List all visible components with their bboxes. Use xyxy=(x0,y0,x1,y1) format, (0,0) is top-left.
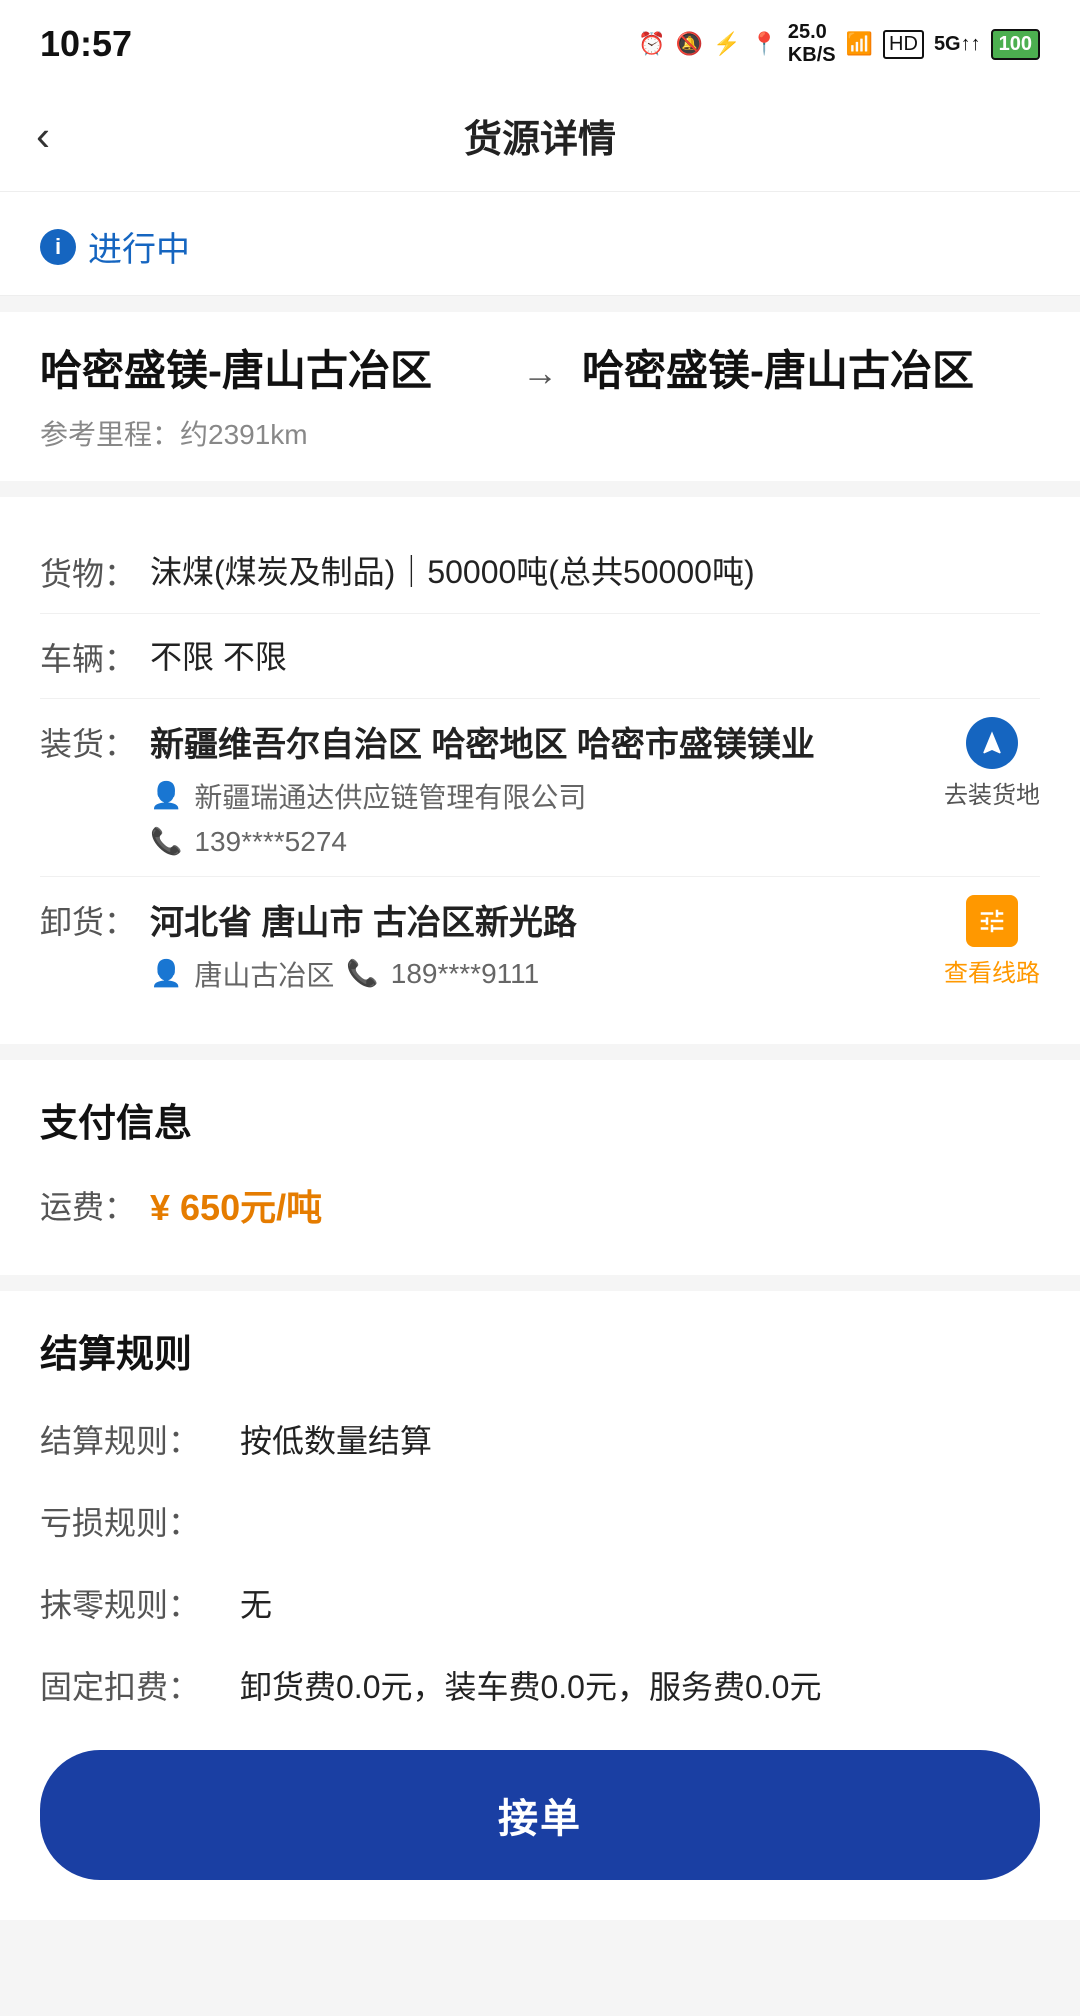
load-address: 新疆维吾尔自治区 哈密地区 哈密市盛镁镁业 xyxy=(150,717,944,766)
status-section: i 进行中 xyxy=(0,192,1080,296)
signal-5g-icon: 5G↑↑ xyxy=(934,33,981,56)
route-destination: 哈密盛镁-唐山古冶区 xyxy=(582,344,1040,399)
status-text: 进行中 xyxy=(88,222,190,271)
route-row: 哈密盛镁-唐山古冶区 → 哈密盛镁-唐山古冶区 xyxy=(40,344,1040,399)
route-section: 哈密盛镁-唐山古冶区 → 哈密盛镁-唐山古冶区 参考里程：约2391km xyxy=(0,312,1080,481)
vehicle-value: 不限 不限 xyxy=(150,632,1040,678)
unload-route-text: 查看线路 xyxy=(944,953,1040,988)
unload-contact: 唐山古冶区 xyxy=(194,954,334,994)
deduction-row: 固定扣费： 卸货费0.0元，装车费0.0元，服务费0.0元 xyxy=(40,1644,1040,1726)
cargo-label: 货物： xyxy=(40,547,150,595)
info-icon: i xyxy=(40,229,76,265)
load-nav-action[interactable]: 去装货地 xyxy=(944,717,1040,810)
unload-route-action[interactable]: 查看线路 xyxy=(944,895,1040,988)
battery-icon: 100 xyxy=(991,29,1040,60)
route-arrow: → xyxy=(522,344,558,394)
person-icon: 👤 xyxy=(150,780,182,811)
unload-label: 卸货： xyxy=(40,895,150,943)
load-location-row: 新疆维吾尔自治区 哈密地区 哈密市盛镁镁业 👤 新疆瑞通达供应链管理有限公司 📞… xyxy=(150,717,1040,858)
route-distance: 参考里程：约2391km xyxy=(40,413,1040,453)
person-icon-2: 👤 xyxy=(150,958,182,989)
page-header: ‹ 货源详情 xyxy=(0,80,1080,192)
deduction-value: 卸货费0.0元，装车费0.0元，服务费0.0元 xyxy=(240,1662,1040,1708)
unload-sub-info: 👤 唐山古冶区 📞 189****9111 xyxy=(150,954,944,994)
phone-icon: 📞 xyxy=(150,826,182,857)
payment-section: 支付信息 运费： ¥ 650元/吨 xyxy=(0,1060,1080,1275)
location-icon: 📍 xyxy=(750,31,777,57)
phone-icon-2: 📞 xyxy=(346,958,378,989)
vehicle-label: 车辆： xyxy=(40,632,150,680)
page-title: 货源详情 xyxy=(464,108,616,163)
loss-rule-row: 亏损规则： xyxy=(40,1480,1040,1562)
freight-label: 运费： xyxy=(40,1182,150,1228)
loss-rule-label: 亏损规则： xyxy=(40,1498,240,1544)
settlement-title: 结算规则 xyxy=(40,1323,1040,1378)
bluetooth-icon: ⚡ xyxy=(713,31,740,57)
load-company: 新疆瑞通达供应链管理有限公司 xyxy=(194,776,586,816)
mute-icon: 🔕 xyxy=(676,31,703,57)
rounding-rule-label: 抹零规则： xyxy=(40,1580,240,1626)
wifi-icon: 📶 xyxy=(846,31,873,57)
deduction-label: 固定扣费： xyxy=(40,1662,240,1708)
settle-rule-label: 结算规则： xyxy=(40,1416,240,1462)
rounding-rule-value: 无 xyxy=(240,1580,1040,1626)
load-sub-info: 👤 新疆瑞通达供应链管理有限公司 xyxy=(150,776,944,816)
settle-rule-value: 按低数量结算 xyxy=(240,1416,1040,1462)
load-phone-row: 📞 139****5274 xyxy=(150,826,944,858)
status-badge: i 进行中 xyxy=(40,222,190,271)
load-info: 新疆维吾尔自治区 哈密地区 哈密市盛镁镁业 👤 新疆瑞通达供应链管理有限公司 📞… xyxy=(150,717,944,858)
cargo-value: 沫煤(煤炭及制品)｜50000吨(总共50000吨) xyxy=(150,547,1040,593)
freight-value: ¥ 650元/吨 xyxy=(150,1179,322,1231)
hd-icon: HD xyxy=(883,30,924,59)
nav-icon xyxy=(966,717,1018,769)
freight-row: 运费： ¥ 650元/吨 xyxy=(40,1167,1040,1243)
load-phone: 139****5274 xyxy=(194,826,347,858)
rounding-rule-row: 抹零规则： 无 xyxy=(40,1562,1040,1644)
payment-title: 支付信息 xyxy=(40,1092,1040,1147)
details-section: 货物： 沫煤(煤炭及制品)｜50000吨(总共50000吨) 车辆： 不限 不限… xyxy=(0,497,1080,1044)
bottom-bar: 接单 xyxy=(0,1726,1080,1920)
unload-row: 卸货： 河北省 唐山市 古冶区新光路 👤 唐山古冶区 📞 189****9111 xyxy=(40,877,1040,1012)
data-speed: 25.0KB/S xyxy=(788,21,836,67)
load-nav-text: 去装货地 xyxy=(944,775,1040,810)
unload-address: 河北省 唐山市 古冶区新光路 xyxy=(150,895,944,944)
vehicle-row: 车辆： 不限 不限 xyxy=(40,614,1040,699)
accept-button[interactable]: 接单 xyxy=(40,1750,1040,1880)
route-icon xyxy=(966,895,1018,947)
route-origin: 哈密盛镁-唐山古冶区 xyxy=(40,344,498,399)
unload-location-row: 河北省 唐山市 古冶区新光路 👤 唐山古冶区 📞 189****9111 xyxy=(150,895,1040,994)
load-label: 装货： xyxy=(40,717,150,765)
cargo-row: 货物： 沫煤(煤炭及制品)｜50000吨(总共50000吨) xyxy=(40,529,1040,614)
back-button[interactable]: ‹ xyxy=(36,112,50,160)
status-bar: 10:57 ⏰ 🔕 ⚡ 📍 25.0KB/S 📶 HD 5G↑↑ 100 xyxy=(0,0,1080,80)
status-time: 10:57 xyxy=(40,23,132,65)
settle-rule-row: 结算规则： 按低数量结算 xyxy=(40,1398,1040,1480)
unload-phone: 189****9111 xyxy=(391,958,539,990)
status-icons: ⏰ 🔕 ⚡ 📍 25.0KB/S 📶 HD 5G↑↑ 100 xyxy=(638,21,1040,67)
unload-info: 河北省 唐山市 古冶区新光路 👤 唐山古冶区 📞 189****9111 xyxy=(150,895,944,994)
load-row: 装货： 新疆维吾尔自治区 哈密地区 哈密市盛镁镁业 👤 新疆瑞通达供应链管理有限… xyxy=(40,699,1040,877)
alarm-icon: ⏰ xyxy=(638,31,665,57)
